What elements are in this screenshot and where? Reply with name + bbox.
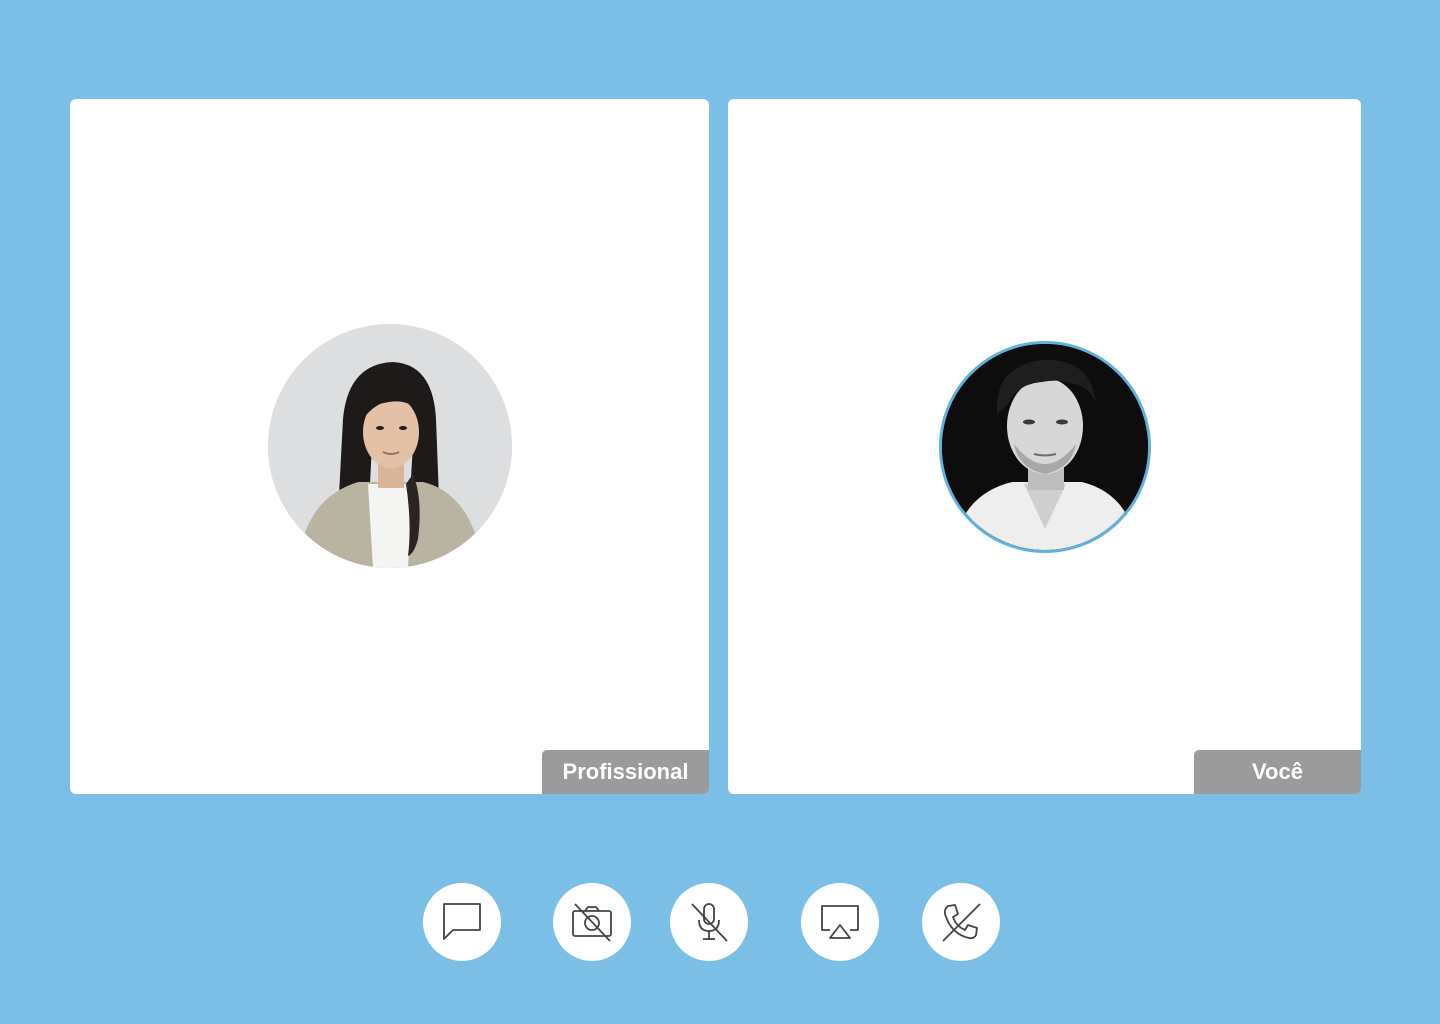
end-call-icon [942,903,981,942]
chat-bubble-icon [443,903,481,940]
man-portrait-photo [942,344,1148,550]
end-call-button[interactable] [922,883,1000,961]
mic-off-icon [691,903,728,942]
chat-button[interactable] [423,883,501,961]
video-tile-professional: Profissional [70,99,709,794]
microphone-toggle-button[interactable] [670,883,748,961]
screen-share-button[interactable] [801,883,879,961]
participant-label-professional: Profissional [542,750,709,794]
airplay-screen-share-icon [821,905,859,939]
participant-label-self: Você [1194,750,1361,794]
participant-avatar-professional [268,324,512,568]
participant-avatar-self [939,341,1151,553]
woman-portrait-photo [268,324,512,568]
camera-toggle-button[interactable] [553,883,631,961]
camera-off-icon [572,903,612,942]
video-tile-self: Você [728,99,1361,794]
